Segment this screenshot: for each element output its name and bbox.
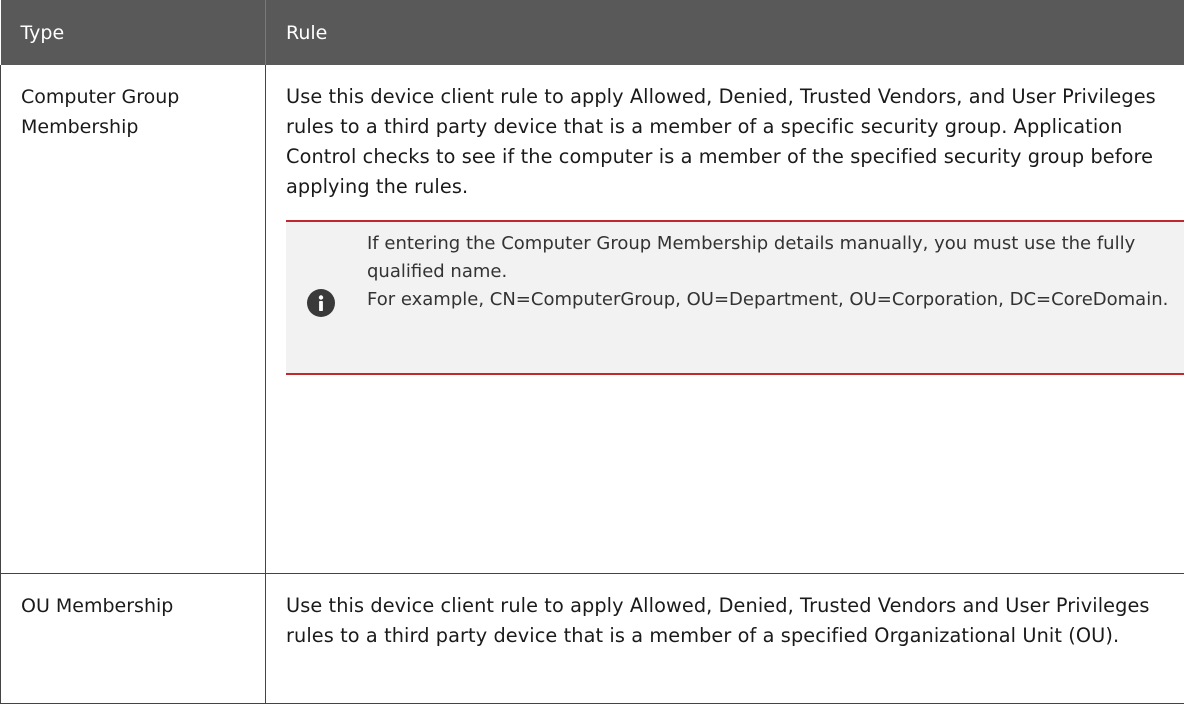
rule-cell: Use this device client rule to apply All… (266, 573, 1184, 703)
column-header-type: Type (1, 0, 266, 65)
note-line-1: If entering the Computer Group Membershi… (367, 230, 1175, 286)
note-callout: If entering the Computer Group Membershi… (286, 220, 1184, 375)
type-label: OU Membership (21, 595, 173, 617)
note-line-2: For example, CN=ComputerGroup, OU=Depart… (367, 286, 1175, 314)
column-header-rule: Rule (266, 0, 1184, 65)
rules-table: Type Rule Computer Group Membership Use … (0, 0, 1184, 704)
table-row: OU Membership Use this device client rul… (1, 573, 1184, 703)
type-label: Computer Group Membership (21, 86, 179, 138)
note-text: If entering the Computer Group Membershi… (367, 230, 1175, 314)
type-cell: Computer Group Membership (1, 65, 266, 573)
table-row: Computer Group Membership Use this devic… (1, 65, 1184, 573)
rule-description: Use this device client rule to apply All… (286, 591, 1184, 651)
type-cell: OU Membership (1, 573, 266, 703)
info-icon (307, 289, 335, 317)
rule-cell: Use this device client rule to apply All… (266, 65, 1184, 573)
table-header-row: Type Rule (1, 0, 1184, 65)
rule-description: Use this device client rule to apply All… (286, 82, 1184, 202)
